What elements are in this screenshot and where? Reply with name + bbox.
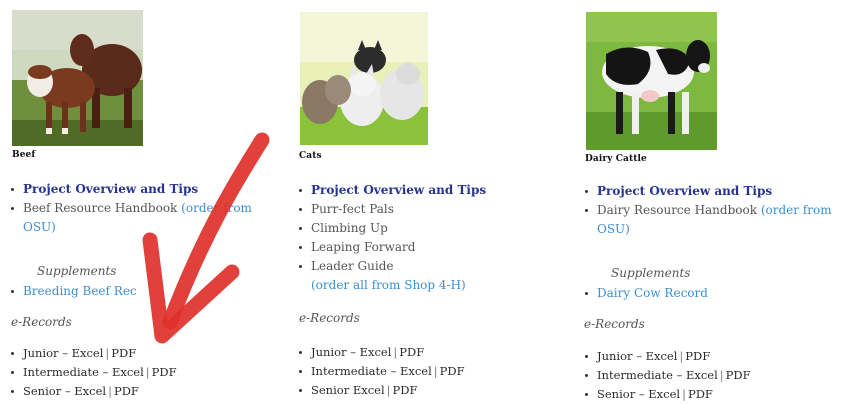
cats-caption: Cats — [299, 151, 322, 161]
pdf-link[interactable]: PDF — [440, 364, 465, 378]
erecord-level: Senior — [23, 384, 62, 398]
cats-erecord-junior: Junior – Excel | PDF — [288, 343, 548, 362]
excel-link[interactable]: Excel — [648, 387, 680, 401]
erecord-level: Junior — [597, 349, 633, 363]
erecord-dash: – — [102, 365, 109, 379]
pdf-link[interactable]: PDF — [111, 346, 136, 360]
dairy-overview-item: Project Overview and Tips — [574, 182, 834, 201]
pdf-link[interactable]: PDF — [685, 349, 710, 363]
beef-photo[interactable] — [12, 10, 143, 146]
beef-supplement-item: Breeding Beef Rec — [0, 282, 260, 301]
dairy-overview-link[interactable]: Project Overview and Tips — [597, 184, 772, 198]
beef-supplements-label: Supplements — [37, 264, 117, 278]
erecord-dash: – — [62, 346, 68, 360]
beef-handbook-cont: OSU) — [0, 218, 260, 237]
dairy-handbook-order-link[interactable]: (order from — [761, 203, 832, 217]
beef-overview-item: Project Overview and Tips — [0, 180, 260, 199]
excel-link[interactable]: Excel — [72, 346, 104, 360]
erecord-level: Junior — [311, 345, 347, 359]
pdf-link[interactable]: PDF — [726, 368, 751, 382]
dairy-erecord-senior: Senior – Excel | PDF — [574, 385, 834, 404]
excel-link[interactable]: Excel — [353, 383, 385, 397]
dairy-supplements-label: Supplements — [611, 266, 691, 280]
cats-book-item: Leaping Forward — [288, 238, 548, 257]
cats-image — [300, 12, 428, 145]
erecord-dash: – — [676, 368, 683, 382]
erecord-dash: – — [638, 387, 645, 401]
beef-erecords-label: e-Records — [11, 315, 72, 329]
erecord-level: Intermediate — [311, 364, 387, 378]
dairy-erecord-intermediate: Intermediate – Excel | PDF — [574, 366, 834, 385]
dairy-handbook-text: Dairy Resource Handbook — [597, 203, 757, 217]
cats-erecord-intermediate: Intermediate – Excel | PDF — [288, 362, 548, 381]
cats-order-link[interactable]: (order all from Shop 4-H) — [311, 278, 466, 292]
cats-book-item: Leader Guide — [288, 257, 548, 276]
erecord-level: Intermediate — [597, 368, 673, 382]
erecord-level: Senior — [311, 383, 350, 397]
dairy-erecords-label: e-Records — [584, 317, 645, 331]
beef-erecord-junior: Junior – Excel | PDF — [0, 344, 260, 363]
beef-handbook-text: Beef Resource Handbook — [23, 201, 178, 215]
cats-overview-link[interactable]: Project Overview and Tips — [311, 183, 486, 197]
excel-link[interactable]: Excel — [74, 384, 106, 398]
beef-erecord-intermediate: Intermediate – Excel | PDF — [0, 363, 260, 382]
beef-supplement-link[interactable]: Breeding Beef Rec — [23, 284, 137, 298]
beef-handbook-order-link[interactable]: (order from — [181, 201, 252, 215]
cats-book-title: Climbing Up — [311, 221, 388, 235]
cats-book-title: Leader Guide — [311, 259, 394, 273]
pdf-link[interactable]: PDF — [152, 365, 177, 379]
erecord-level: Intermediate — [23, 365, 99, 379]
dairy-handbook-order-link-cont[interactable]: OSU) — [597, 222, 630, 236]
erecord-dash: – — [350, 345, 356, 359]
dairy-cow-image — [586, 12, 717, 150]
beef-erecord-senior: Senior – Excel | PDF — [0, 382, 260, 401]
dairy-supplement-item: Dairy Cow Record — [574, 284, 834, 303]
dairy-supplement-link[interactable]: Dairy Cow Record — [597, 286, 708, 300]
cats-erecords-label: e-Records — [299, 311, 360, 325]
dairy-erecord-junior: Junior – Excel | PDF — [574, 347, 834, 366]
erecord-level: Junior — [23, 346, 59, 360]
dairy-handbook-item: Dairy Resource Handbook (order from — [574, 201, 834, 220]
erecord-dash: – — [64, 384, 71, 398]
cats-book-item: Climbing Up — [288, 219, 548, 238]
cats-erecord-senior: Senior Excel | PDF — [288, 381, 548, 400]
cats-overview-item: Project Overview and Tips — [288, 181, 548, 200]
dairy-caption: Dairy Cattle — [585, 154, 647, 164]
dairy-handbook-cont: OSU) — [574, 220, 834, 239]
excel-link[interactable]: Excel — [112, 365, 144, 379]
pdf-link[interactable]: PDF — [399, 345, 424, 359]
cats-book-title: Leaping Forward — [311, 240, 416, 254]
beef-caption: Beef — [12, 150, 36, 160]
pdf-link[interactable]: PDF — [688, 387, 713, 401]
excel-link[interactable]: Excel — [400, 364, 432, 378]
excel-link[interactable]: Excel — [646, 349, 678, 363]
erecord-dash: – — [636, 349, 642, 363]
excel-link[interactable]: Excel — [686, 368, 718, 382]
cats-photo[interactable] — [300, 12, 428, 145]
dairy-photo[interactable] — [586, 12, 717, 150]
cats-order-cont: (order all from Shop 4-H) — [288, 276, 548, 295]
beef-cattle-image — [12, 10, 143, 146]
beef-overview-link[interactable]: Project Overview and Tips — [23, 182, 198, 196]
erecord-dash: – — [390, 364, 397, 378]
excel-link[interactable]: Excel — [360, 345, 392, 359]
cats-book-item: Purr-fect Pals — [288, 200, 548, 219]
pdf-link[interactable]: PDF — [114, 384, 139, 398]
beef-handbook-order-link-cont[interactable]: OSU) — [23, 220, 56, 234]
pdf-link[interactable]: PDF — [393, 383, 418, 397]
cats-book-title: Purr-fect Pals — [311, 202, 394, 216]
beef-handbook-item: Beef Resource Handbook (order from — [0, 199, 260, 218]
erecord-level: Senior — [597, 387, 636, 401]
